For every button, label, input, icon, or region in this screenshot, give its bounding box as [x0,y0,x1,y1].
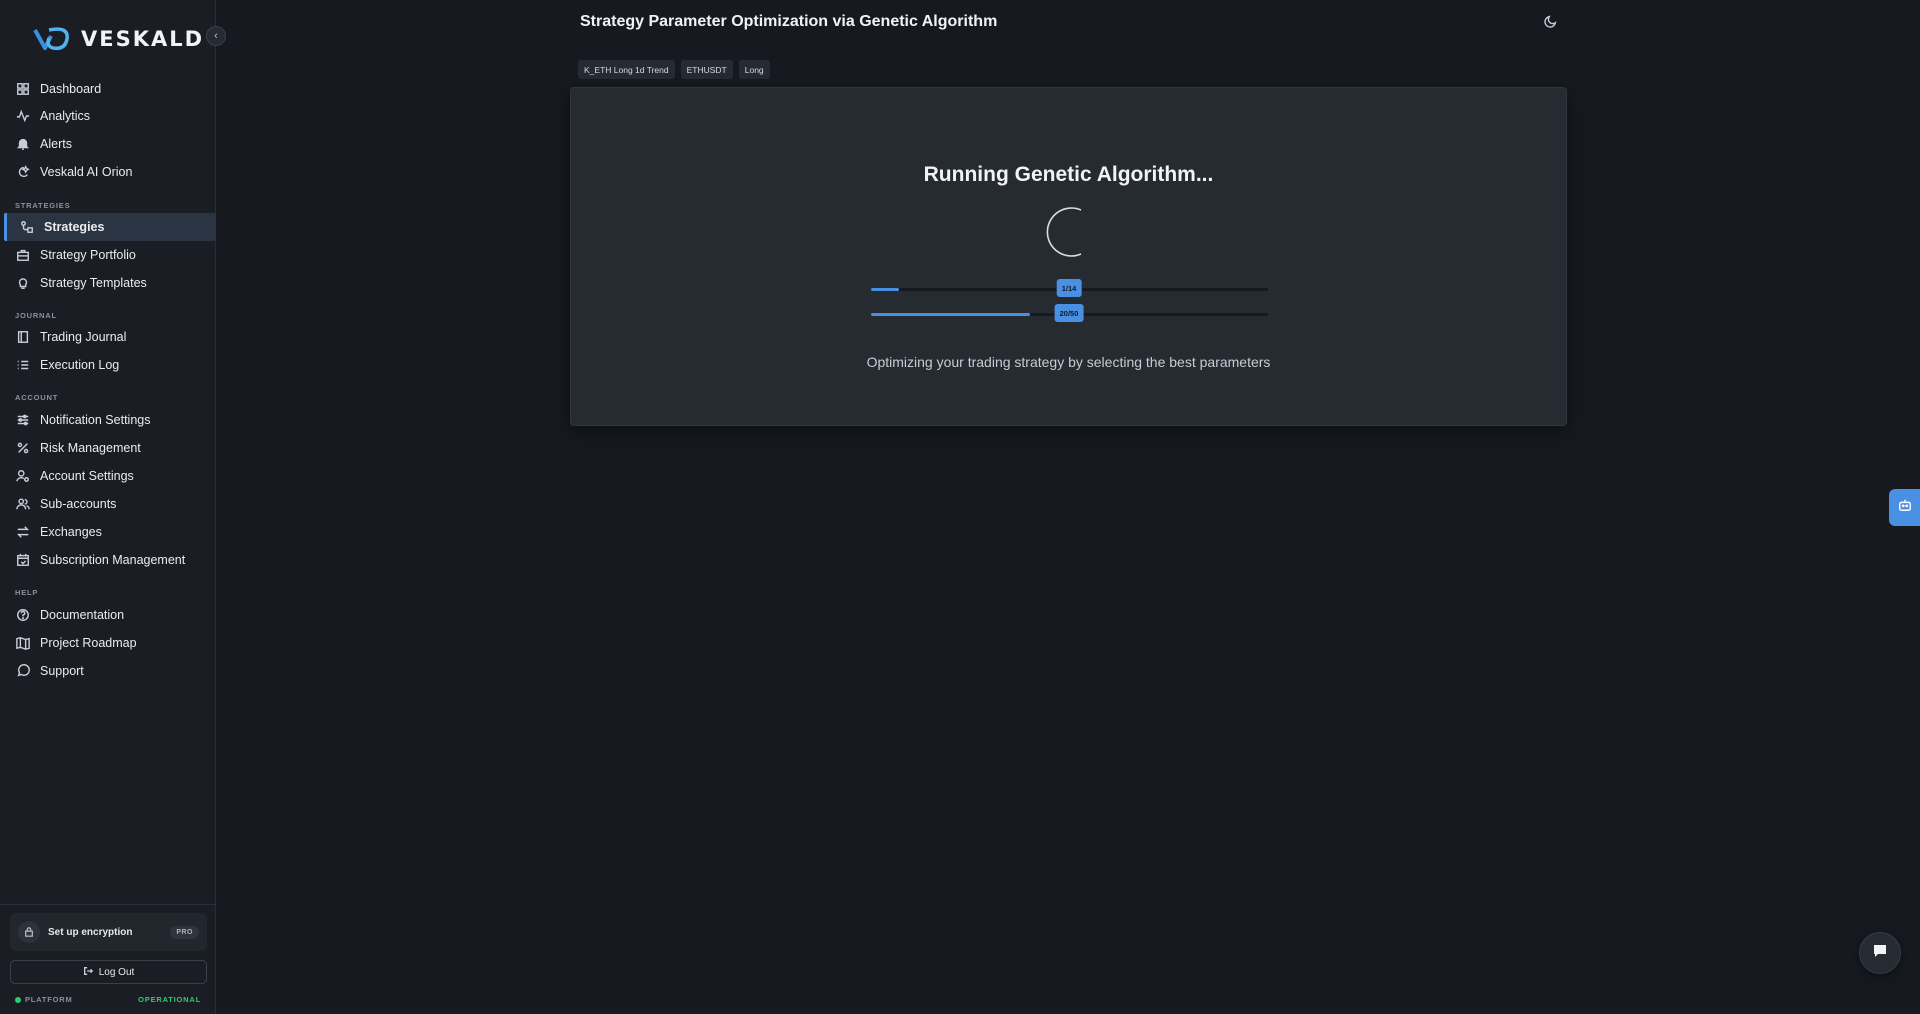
sidebar-item-strategy-templates[interactable]: Strategy Templates [4,269,216,297]
theme-toggle-button[interactable] [1544,14,1560,30]
users-icon [16,497,30,511]
sidebar-item-label: Alerts [40,137,72,151]
help-circle-icon [16,608,30,622]
sidebar-item-label: Support [40,664,84,678]
sidebar-item-strategies[interactable]: Strategies [4,213,216,241]
sidebar-item-label: Subscription Management [40,553,186,567]
loading-spinner-icon [1041,204,1097,260]
sidebar-item-execution-log[interactable]: Execution Log [4,351,216,379]
section-label-help: HELP [15,588,39,597]
sidebar-item-notification-settings[interactable]: Notification Settings [4,406,216,434]
sidebar-footer: Set up encryption PRO Log Out PLATFORM O… [0,904,216,1014]
sidebar-item-label: Analytics [40,109,91,123]
platform-status: PLATFORM OPERATIONAL [15,995,201,1004]
sidebar-item-sub-accounts[interactable]: Sub-accounts [4,490,216,518]
robot-icon [1898,498,1912,517]
dashboard-icon [16,82,30,96]
activity-icon [16,109,30,123]
bell-icon [16,137,30,151]
chat-bubble-icon [1872,943,1888,964]
collapse-sidebar-button[interactable]: ‹ [206,26,226,46]
tag-symbol: ETHUSDT [680,60,733,79]
calendar-check-icon [16,553,30,567]
logout-button[interactable]: Log Out [10,960,207,984]
sidebar-item-label: Strategy Portfolio [40,248,136,262]
generation-progress-bar: 1/14 [871,279,1268,297]
optimization-subtitle: Optimizing your trading strategy by sele… [866,354,1271,370]
sidebar-item-label: Trading Journal [40,330,127,344]
sidebar-item-account-settings[interactable]: Account Settings [4,462,216,490]
sidebar-item-label: Veskald AI Orion [40,165,133,179]
optimization-title: Running Genetic Algorithm... [923,163,1214,186]
sidebar-item-documentation[interactable]: Documentation [4,601,216,629]
ai-assistant-tab[interactable] [1889,489,1920,526]
sidebar: VESKALD Dashboard Analytics Alerts Veska… [0,0,216,1014]
sidebar-item-project-roadmap[interactable]: Project Roadmap [4,629,216,657]
notebook-icon [16,330,30,344]
section-label-account: ACCOUNT [15,393,59,402]
sidebar-item-label: Project Roadmap [40,636,137,650]
strategy-tags: K_ETH Long 1d Trend ETHUSDT Long [578,60,770,79]
lightbulb-icon [16,276,30,290]
section-label-journal: JOURNAL [15,311,57,320]
sidebar-item-exchanges[interactable]: Exchanges [4,518,216,546]
tag-strategy-name: K_ETH Long 1d Trend [578,60,675,79]
chevron-left-icon: ‹ [214,30,218,42]
setup-encryption-label: Set up encryption [48,926,133,938]
population-progress-label: 20/50 [1054,304,1084,322]
sidebar-item-label: Dashboard [40,82,102,96]
sidebar-item-subscription-management[interactable]: Subscription Management [4,546,216,574]
pro-badge: PRO [170,925,199,939]
sliders-icon [16,413,30,427]
sidebar-item-risk-management[interactable]: Risk Management [4,434,216,462]
sidebar-item-strategy-portfolio[interactable]: Strategy Portfolio [4,241,216,269]
logout-label: Log Out [98,966,135,978]
briefcase-icon [16,248,30,262]
sidebar-item-label: Strategies [44,220,105,234]
map-icon [16,636,30,650]
ai-orion-icon [16,165,30,179]
user-cog-icon [16,469,30,483]
generation-progress-label: 1/14 [1056,279,1082,297]
sidebar-item-label: Risk Management [40,441,141,455]
brand-logo[interactable]: VESKALD [33,24,204,54]
sidebar-item-veskald-ai-orion[interactable]: Veskald AI Orion [4,158,216,186]
page-title: Strategy Parameter Optimization via Gene… [580,13,998,30]
setup-encryption-card[interactable]: Set up encryption PRO [10,913,207,951]
sidebar-item-support[interactable]: Support [4,657,216,685]
platform-status-label: PLATFORM [25,995,73,1004]
sidebar-item-label: Documentation [40,608,125,622]
population-progress-fill [871,313,1030,316]
generation-progress-fill [871,288,900,291]
sidebar-item-label: Exchanges [40,525,102,539]
message-circle-icon [16,664,30,678]
sidebar-item-label: Notification Settings [40,413,151,427]
exchange-arrows-icon [16,525,30,539]
status-dot-icon [15,996,21,1003]
list-icon [16,358,30,372]
sidebar-item-label: Account Settings [40,469,134,483]
sidebar-item-analytics[interactable]: Analytics [4,102,216,130]
sidebar-item-dashboard[interactable]: Dashboard [4,75,216,103]
veskald-logo-icon [33,26,71,52]
sidebar-item-label: Strategy Templates [40,276,147,290]
tag-direction: Long [738,60,770,79]
platform-status-value: OPERATIONAL [138,995,201,1004]
moon-icon [1544,15,1558,32]
section-label-strategies: STRATEGIES [15,201,71,210]
strategies-icon [20,220,34,234]
brand-name: VESKALD [81,27,205,51]
population-progress-bar: 20/50 [871,304,1268,322]
percent-icon [16,441,30,455]
chat-support-button[interactable] [1859,932,1901,974]
lock-icon [18,921,40,943]
sidebar-item-label: Sub-accounts [40,497,117,511]
sidebar-item-alerts[interactable]: Alerts [4,130,216,158]
logout-icon [83,966,93,979]
sidebar-item-label: Execution Log [40,358,120,372]
optimization-card: Running Genetic Algorithm... 1/14 20/50 … [570,87,1567,426]
sidebar-item-trading-journal[interactable]: Trading Journal [4,323,216,351]
